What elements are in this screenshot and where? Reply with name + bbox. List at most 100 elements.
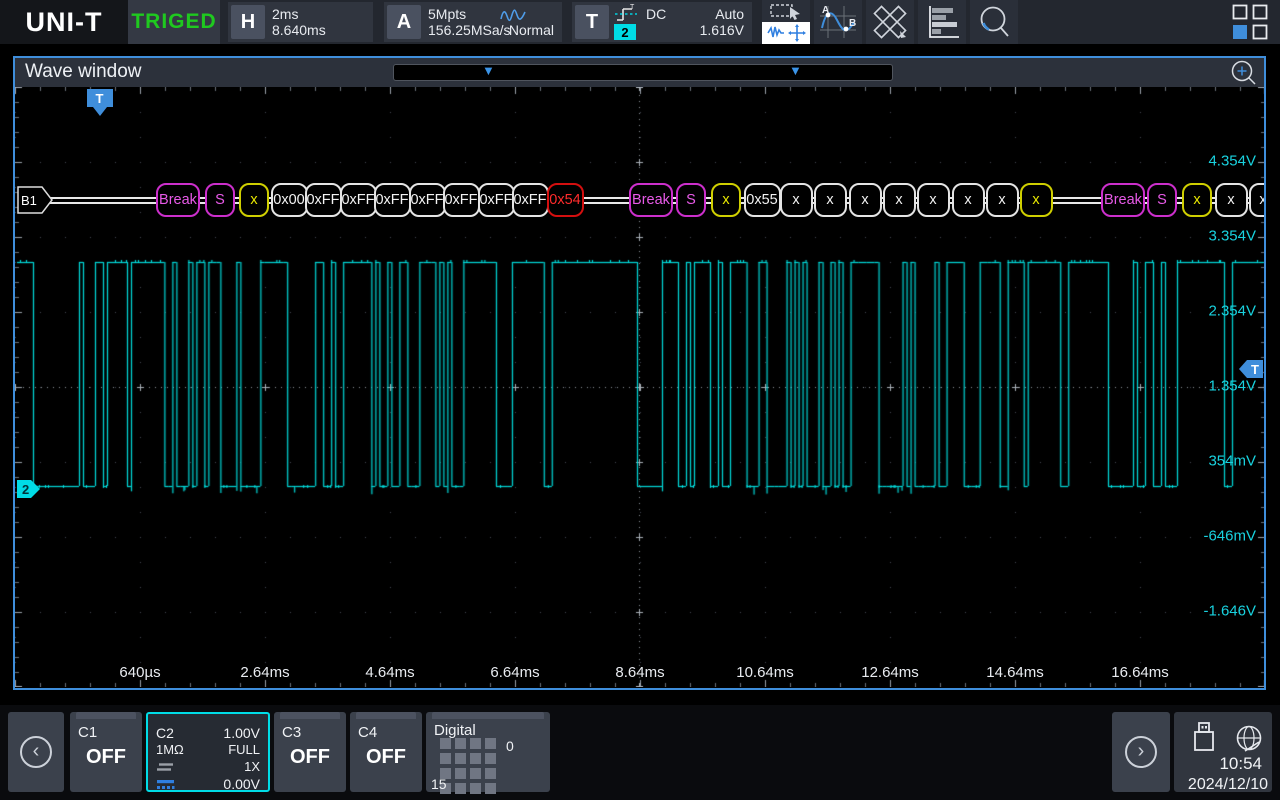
channel3-state: OFF (274, 746, 346, 769)
scroll-marker-icon[interactable]: ▼ (789, 63, 802, 78)
bus-decode-box: x (1249, 183, 1264, 217)
top-toolbar: UNI-T TRIGED H 2ms 8.640ms A 5Mpts 156.2… (0, 0, 1280, 44)
voltage-label: 2.354V (1208, 303, 1256, 320)
trigger-edge-icon: T (614, 4, 638, 24)
display-layout-button[interactable] (1226, 0, 1274, 44)
digital-channel-cell (485, 738, 496, 749)
search-button[interactable] (970, 0, 1018, 44)
measure-button[interactable] (866, 0, 914, 44)
select-zone-button[interactable] (762, 0, 810, 22)
channel2-bandwidth: FULL (228, 742, 260, 757)
waveform-plot[interactable]: BreakSx0x000xFF0xFF0xFF0xFF0xFF0xFF0xFF0… (15, 87, 1264, 687)
loupe-icon (974, 3, 1014, 41)
clock-time: 10:54 (1219, 754, 1262, 774)
voltage-label: 354mV (1208, 453, 1256, 470)
bus-label-tag[interactable]: B1 (17, 186, 55, 214)
bus-decode-box: x (1215, 183, 1248, 217)
bus-decode-box: S (676, 183, 706, 217)
bus-decode-box: 0x00 (271, 183, 308, 217)
time-label: 10.64ms (736, 664, 794, 681)
channel4-state: OFF (350, 746, 422, 769)
digital-first-channel: 0 (506, 738, 514, 754)
ab-cursor-icon: A B (818, 4, 858, 40)
channel4-button[interactable]: C4 OFF (350, 712, 422, 792)
bus-decode-box: 0xFF (305, 183, 342, 217)
waveform-canvas[interactable] (15, 87, 1264, 687)
trigger-level-value: 1.616V (700, 22, 744, 38)
channel1-state: OFF (70, 746, 142, 769)
channel1-button[interactable]: C1 OFF (70, 712, 142, 792)
digital-channel-cell (470, 768, 481, 779)
trigger-level-marker[interactable]: T (1238, 359, 1264, 379)
grid-layout-icon (1232, 4, 1268, 40)
voltage-label: -646mV (1203, 528, 1256, 545)
drag-wave-button[interactable] (762, 22, 810, 44)
brand-logo-text: UNI-T (26, 7, 103, 38)
bus-decode-box: x (883, 183, 916, 217)
digital-tab (432, 712, 544, 719)
channel2-scale: 1.00V (223, 725, 260, 741)
zoom-button[interactable] (1230, 59, 1258, 87)
channel2-details: C2 1.00V 1MΩ FULL 1X (156, 724, 260, 792)
time-label: 8.64ms (615, 664, 664, 681)
digital-button[interactable]: Digital 0 15 (426, 712, 550, 792)
ground-level-icon (156, 778, 176, 790)
channel2-button[interactable]: C2 1.00V 1MΩ FULL 1X (146, 712, 270, 792)
digital-label: Digital (434, 722, 476, 739)
ruler-cross-icon (870, 4, 910, 40)
wave-move-icon (764, 23, 808, 43)
digital-channel-cell (470, 783, 481, 794)
digital-grid (440, 738, 496, 794)
channel3-button[interactable]: C3 OFF (274, 712, 346, 792)
horizontal-settings-button[interactable]: H 2ms 8.640ms (228, 2, 373, 42)
digital-last-channel: 15 (431, 776, 447, 792)
svg-text:B: B (849, 18, 856, 29)
svg-text:A: A (822, 5, 829, 16)
trigger-status-badge: TRIGED (128, 0, 220, 44)
time-label: 12.64ms (861, 664, 919, 681)
bus-decode-box: 0xFF (409, 183, 446, 217)
svg-text:2: 2 (22, 482, 29, 497)
channel3-tab (280, 712, 340, 719)
channel2-probe: 1X (244, 759, 260, 774)
wave-window-titlebar: Wave window ▼ ▼ (15, 58, 1264, 87)
bus-decode-box: 0xFF (443, 183, 480, 217)
statistics-button[interactable] (918, 0, 966, 44)
bus-decode-box: 0x55 (744, 183, 781, 217)
digital-channel-cell (440, 738, 451, 749)
voltage-label: 1.354V (1208, 378, 1256, 395)
channel1-name: C1 (78, 724, 97, 741)
bus-decode-box: 0x54 (547, 183, 584, 217)
sample-rate-value: 156.25MSa/s (428, 22, 511, 38)
bus-decode-box: 0xFF (512, 183, 549, 217)
clock-date: 2024/12/10 (1188, 776, 1268, 794)
time-label: 16.64ms (1111, 664, 1169, 681)
next-page-button[interactable]: › (1112, 712, 1170, 792)
bus-decode-box: x (986, 183, 1019, 217)
acquire-mode-value: Normal (509, 22, 554, 38)
voltage-label: 3.354V (1208, 228, 1256, 245)
acquire-key-tile: A (387, 5, 421, 39)
timebase-value: 2ms (272, 6, 298, 22)
acquire-settings-button[interactable]: A 5Mpts 156.25MSa/s Normal (384, 2, 562, 42)
trigger-settings-button[interactable]: T T 2 DC Auto 1.616V (572, 2, 752, 42)
bus-decode-box: 0xFF (340, 183, 377, 217)
digital-channel-cell (455, 753, 466, 764)
bus-decode-box: 0xFF (374, 183, 411, 217)
voltage-label: 4.354V (1208, 153, 1256, 170)
scroll-marker-icon[interactable]: ▼ (482, 63, 495, 78)
trigger-position-marker[interactable]: T (87, 89, 113, 117)
coupling-icon (156, 761, 176, 773)
prev-page-button[interactable]: ‹ (8, 712, 64, 792)
oscilloscope-screen: UNI-T TRIGED H 2ms 8.640ms A 5Mpts 156.2… (0, 0, 1280, 800)
svg-text:T: T (1251, 362, 1259, 377)
channel2-zero-marker[interactable]: 2 (16, 479, 42, 499)
acquire-waveform-icon (500, 7, 526, 23)
bottom-bar: ‹ C1 OFF C2 1.00V 1MΩ FULL (0, 705, 1280, 800)
system-status-panel[interactable]: 10:54 2024/12/10 (1174, 712, 1272, 792)
bus-decode-box: S (1147, 183, 1177, 217)
cursor-button[interactable]: A B (814, 0, 862, 44)
digital-channel-cell (455, 768, 466, 779)
wave-scrollbar[interactable]: ▼ ▼ (393, 64, 893, 81)
chevron-right-icon: › (1125, 736, 1157, 768)
